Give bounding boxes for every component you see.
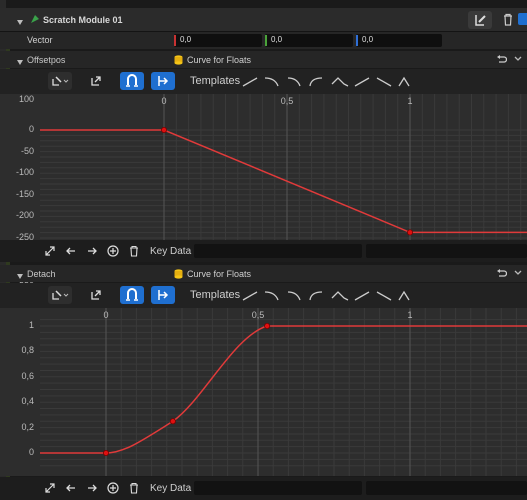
y-tick-label: 1 [28, 320, 34, 330]
offsetpos-curve-type: Curve for Floats [187, 55, 252, 65]
templates-label: Templates [190, 75, 241, 87]
template-curves[interactable] [240, 75, 410, 89]
y-tick-label: 0,8 [21, 345, 34, 356]
y-tick-label: 0,6 [21, 370, 34, 381]
key-data-value-field[interactable] [366, 481, 527, 495]
fit-horizontal-button[interactable] [151, 72, 175, 90]
y-tick-label: -100 [15, 167, 34, 178]
offsetpos-y-axis: 1000-50-100-150-200-250-300-350 [0, 94, 40, 285]
vector-y-field[interactable]: 0,0 [265, 34, 353, 47]
vector-x-field[interactable]: 0,0 [174, 34, 262, 47]
key-point [103, 449, 110, 456]
x-tick-label: 0,5 [252, 310, 265, 320]
detach-y-axis: 1 0,8 0,6 0,4 0,2 0 [0, 308, 40, 476]
export-icon[interactable] [90, 289, 102, 303]
key-point [161, 127, 168, 134]
key-point [264, 322, 271, 329]
offsetpos-curve-graph[interactable]: 0 0,5 1 [40, 94, 527, 240]
offsetpos-toolbar: Templates [0, 69, 527, 94]
key-data-value-field[interactable] [366, 244, 527, 258]
key-point [169, 418, 176, 425]
chevron-down-icon[interactable] [513, 54, 523, 66]
key-data-time-field[interactable] [194, 244, 362, 258]
module-icon [30, 14, 40, 26]
collapse-arrow-icon[interactable] [17, 57, 23, 67]
y-tick-label: 100 [18, 94, 34, 104]
enable-module-checkbox[interactable] [518, 13, 527, 25]
detach-curve-graph[interactable]: 0 0,5 1 [40, 308, 527, 476]
offsetpos-key-bar: Key Data [0, 240, 527, 262]
templates-label: Templates [190, 289, 241, 301]
module-title: Scratch Module 01 [43, 15, 123, 25]
y-tick-label: 0 [28, 447, 34, 457]
z-accent [356, 35, 358, 46]
y-tick-label: -150 [15, 188, 34, 199]
x-tick-label: 1 [407, 96, 412, 106]
y-tick-label: 0 [28, 124, 34, 134]
edit-module-button[interactable] [468, 11, 492, 29]
snap-magnet-button[interactable] [120, 286, 144, 304]
delete-key-icon[interactable] [128, 245, 140, 259]
detach-header[interactable]: Detach Curve for Floats [0, 265, 527, 282]
next-key-icon[interactable] [86, 482, 98, 496]
x-tick-label: 0 [161, 96, 166, 106]
key-point [406, 229, 413, 236]
detach-key-bar: Key Data [0, 477, 527, 500]
detach-label: Detach [27, 269, 56, 279]
key-data-label: Key Data [150, 246, 192, 257]
previous-key-icon[interactable] [65, 245, 77, 259]
detach-toolbar: Templates [0, 283, 527, 308]
template-curves[interactable] [240, 289, 410, 303]
key-data-time-field[interactable] [194, 481, 362, 495]
x-tick-label: 0,5 [281, 96, 294, 106]
vector-y-value: 0,0 [271, 35, 283, 44]
module-header[interactable]: Scratch Module 01 [0, 8, 527, 32]
fit-horizontal-button[interactable] [151, 286, 175, 304]
vector-z-value: 0,0 [362, 35, 374, 44]
fit-view-icon[interactable] [44, 482, 56, 496]
collapse-arrow-icon[interactable] [17, 17, 23, 27]
coin-stack-icon [174, 269, 183, 281]
collapse-arrow-icon[interactable] [17, 271, 23, 281]
y-tick-label: -50 [20, 145, 34, 156]
x-tick-label: 1 [407, 310, 412, 320]
add-key-icon[interactable] [107, 482, 119, 496]
coin-stack-icon [174, 55, 183, 67]
y-accent [265, 35, 267, 46]
curve-line [40, 129, 527, 234]
previous-key-icon[interactable] [65, 482, 77, 496]
snap-magnet-button[interactable] [120, 72, 144, 90]
curve-presets-dropdown[interactable] [48, 72, 72, 90]
delete-icon[interactable] [502, 13, 514, 28]
export-icon[interactable] [90, 75, 102, 89]
offsetpos-header[interactable]: Offsetpos Curve for Floats [0, 51, 527, 68]
y-tick-label: 0,4 [21, 396, 34, 407]
next-key-icon[interactable] [86, 245, 98, 259]
y-tick-label: -200 [15, 210, 34, 221]
x-accent [174, 35, 176, 46]
chevron-down-icon[interactable] [513, 268, 523, 280]
vector-label: Vector [27, 35, 53, 45]
curve-presets-dropdown[interactable] [48, 286, 72, 304]
delete-key-icon[interactable] [128, 482, 140, 496]
reset-icon[interactable] [496, 55, 508, 67]
key-data-label: Key Data [150, 483, 192, 494]
add-key-icon[interactable] [107, 245, 119, 259]
y-tick-label: 0,2 [21, 421, 34, 432]
fit-view-icon[interactable] [44, 245, 56, 259]
offsetpos-label: Offsetpos [27, 55, 66, 65]
vector-z-field[interactable]: 0,0 [356, 34, 442, 47]
vector-x-value: 0,0 [180, 35, 192, 44]
detach-curve-type: Curve for Floats [187, 269, 252, 279]
vector-row: Vector [0, 32, 527, 49]
x-tick-label: 0 [103, 310, 108, 320]
reset-icon[interactable] [496, 269, 508, 281]
